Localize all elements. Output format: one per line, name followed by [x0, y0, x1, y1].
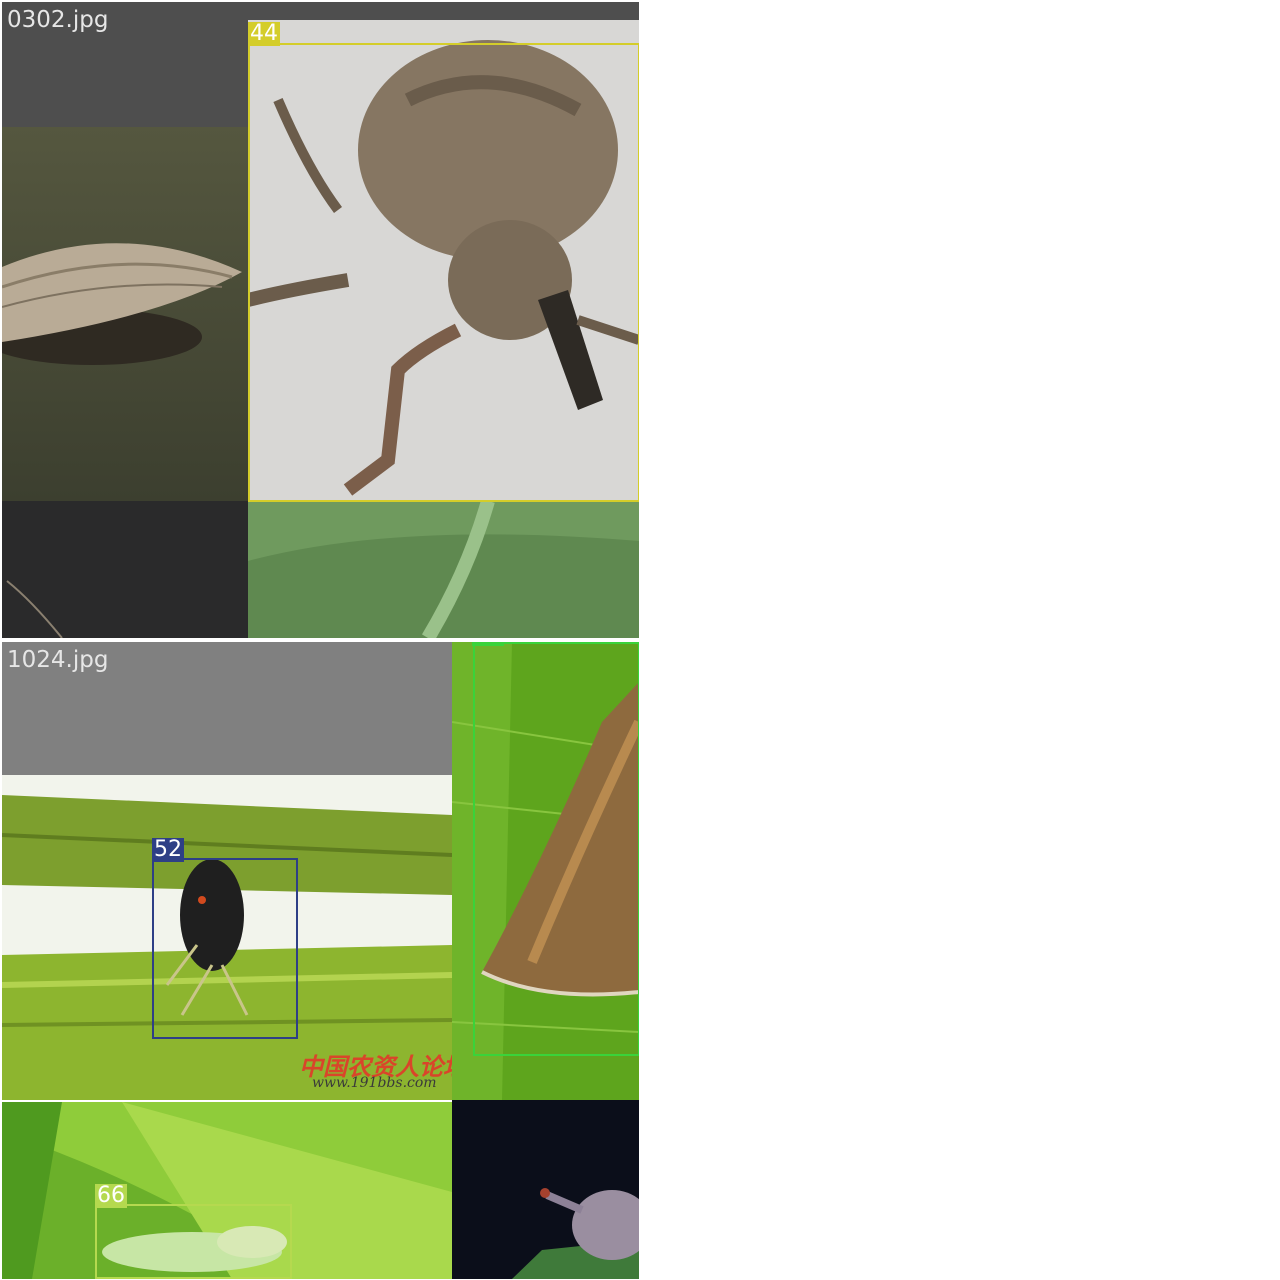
watermark-url: www.191bbs.com	[312, 1075, 437, 1091]
detection-label-52: 52	[152, 837, 184, 862]
leaf-photo	[248, 501, 639, 638]
mosaic-1024: 中国农资人论坛 www.191bbs.com 1024.jpg 52 66	[2, 642, 639, 1279]
detection-label-44: 44	[248, 21, 280, 46]
detection-box-45	[473, 642, 639, 1056]
fabric-photo	[2, 501, 248, 638]
filename-label: 1024.jpg	[7, 647, 109, 673]
mosaic-0302: 0302.jpg 44	[2, 2, 639, 638]
filename-label: 0302.jpg	[7, 7, 109, 33]
detection-box-66	[95, 1204, 292, 1279]
moth-photo	[2, 127, 248, 501]
detection-label-66: 66	[95, 1183, 127, 1208]
detection-box-52	[152, 858, 298, 1039]
detection-label-45: 45	[472, 642, 504, 646]
detection-box-44	[248, 43, 639, 502]
weevil-dark-photo	[452, 1100, 639, 1279]
